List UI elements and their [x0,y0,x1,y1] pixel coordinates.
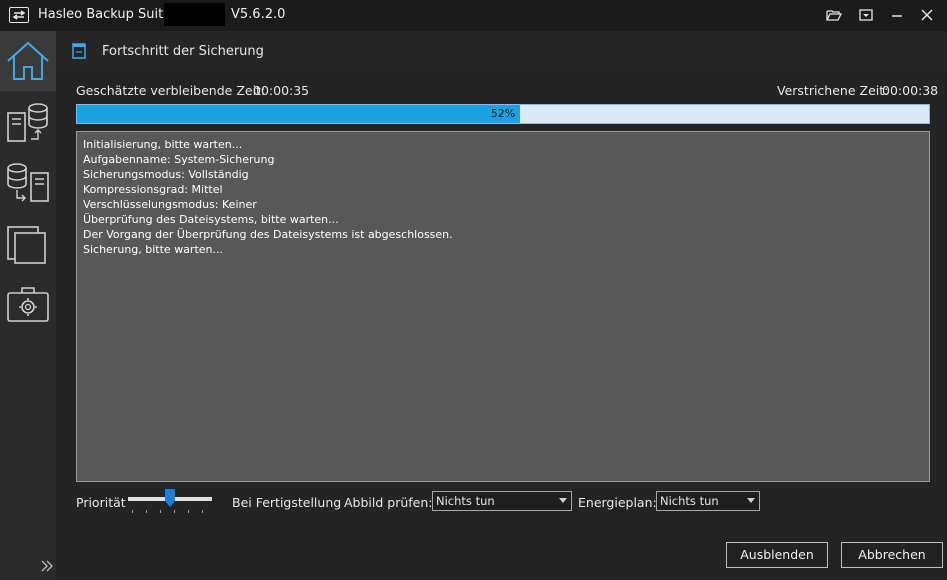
log-line: Sicherungsmodus: Vollständig [83,168,249,181]
progress-percent: 52% [490,107,516,120]
power-plan-label: Energieplan: [578,495,657,510]
tools-icon [7,287,49,322]
options-row: Priorität Bei Fertigstellung Abbild prüf… [56,489,947,519]
log-output[interactable]: Initialisierung, bitte warten... Aufgaben… [76,131,930,482]
main-panel: Fortschritt der Sicherung Geschätzte ver… [56,31,947,580]
verify-image-label: Abbild prüfen: [344,495,433,510]
elapsed-time-value: 00:00:38 [882,83,939,98]
slider-tick [174,510,175,513]
hide-button[interactable]: Ausblenden [726,542,828,568]
restore-icon [7,163,49,202]
sidebar-item-home[interactable] [0,31,56,91]
app-version: V5.6.2.0 [231,7,286,22]
chevron-down-icon [747,498,755,503]
priority-label: Priorität [76,495,126,510]
slider-tick [188,510,189,513]
cancel-button[interactable]: Abbrechen [841,542,943,568]
app-title: Hasleo Backup Suite [38,7,172,22]
slider-tick [160,510,161,513]
home-icon [7,41,49,80]
log-line: Überprüfung des Dateisystems, bitte wart… [83,213,339,226]
priority-slider-thumb[interactable] [165,489,175,507]
log-line: Der Vorgang der Überprüfung des Dateisys… [83,228,453,241]
sidebar-item-tools[interactable] [0,273,56,333]
slider-tick [146,510,147,513]
double-chevron-right-icon[interactable] [40,559,54,573]
sidebar-item-restore[interactable] [0,153,56,213]
progress-content: Geschätzte verbleibende Zeit: 00:00:35 V… [56,71,947,580]
remaining-time-value: 00:00:35 [253,83,310,98]
progress-bar: 52% [76,104,930,124]
page-title: Fortschritt der Sicherung [102,44,264,59]
minimize-icon[interactable] [888,6,908,24]
verify-image-value: Nichts tun [436,494,495,508]
close-icon[interactable] [918,6,938,24]
power-plan-value: Nichts tun [660,494,719,508]
title-bar: Hasleo Backup Suite V5.6.2.0 [0,0,947,31]
remaining-time-label: Geschätzte verbleibende Zeit: [76,83,266,98]
power-plan-select[interactable]: Nichts tun [656,491,760,511]
log-line: Kompressionsgrad: Mittel [83,183,223,196]
redacted-edition [164,3,225,26]
log-line: Initialisierung, bitte warten... [83,138,243,151]
chevron-down-icon [559,498,567,503]
log-line: Verschlüsselungsmodus: Keiner [83,198,257,211]
page-header: Fortschritt der Sicherung [56,31,947,71]
sidebar-item-backup[interactable] [0,93,56,153]
sidebar-item-clone[interactable] [0,213,56,273]
clone-icon [7,226,46,264]
elapsed-time-label: Verstrichene Zeit: [777,83,889,98]
on-complete-label: Bei Fertigstellung [232,495,342,510]
verify-image-select[interactable]: Nichts tun [432,491,572,511]
log-line: Aufgabenname: System-Sicherung [83,153,275,166]
priority-slider[interactable] [128,489,214,517]
open-folder-icon[interactable] [825,6,845,24]
slider-tick [132,510,133,513]
log-line: Sicherung, bitte warten... [83,243,223,256]
progress-window-icon [72,43,86,62]
app-logo-icon [9,7,29,23]
sidebar [0,31,56,580]
backup-icon [7,103,48,142]
slider-tick [202,510,203,513]
menu-icon[interactable] [857,6,877,24]
